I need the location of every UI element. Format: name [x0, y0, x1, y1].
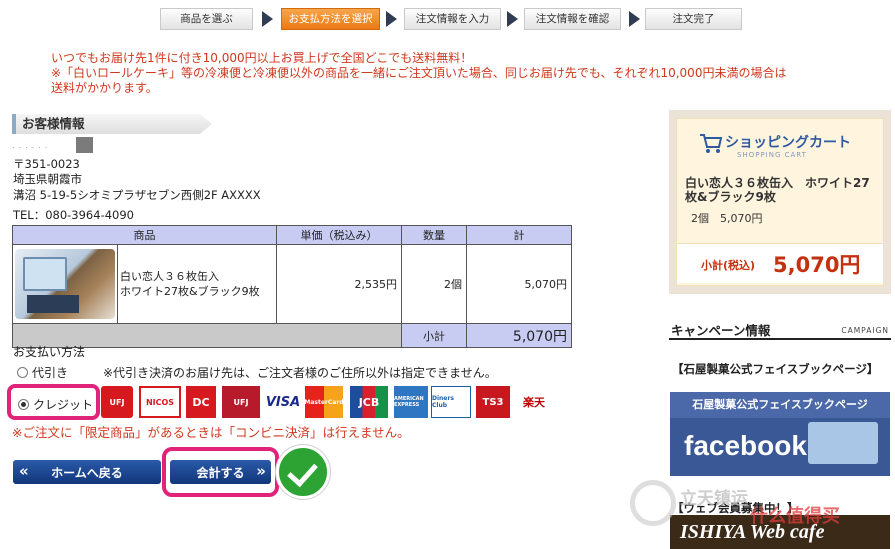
- mastercard-logo: MasterCard: [304, 386, 344, 418]
- address-line-1: 埼玉県朝霞市: [13, 172, 82, 186]
- product-name: 白い恋人３６枚缶入 ホワイト27枚&ブラック9枚: [117, 244, 277, 324]
- step-payment-method: お支払方法を選択: [281, 8, 380, 30]
- shopping-cart-panel: ショッピングカート SHOPPING CART 白い恋人３６枚缶入 ホワイト27…: [669, 110, 891, 294]
- cart-title: ショッピングカート: [725, 135, 851, 151]
- unit-price: 2,535円: [276, 244, 402, 324]
- cart-qty-price: 2個 5,070円: [691, 212, 763, 225]
- checkout-label: 会計する: [196, 465, 245, 480]
- shipping-notice: いつでもお届け先1件に付き10,000円以上お買上げで全国どこでも送料無料！ ※…: [51, 51, 851, 96]
- column-header-qty: 数量: [401, 225, 467, 245]
- cart-subtitle: SHOPPING CART: [737, 151, 807, 159]
- double-chevron-left-icon: «: [19, 462, 29, 480]
- amex-card-logo: AMERICAN EXPRESS: [394, 386, 428, 418]
- order-items-table: 商品 単価（税込み） 数量 計 白い恋人３６枚缶入 ホワイト27枚&ブラック9枚…: [12, 225, 572, 348]
- cart-product-name[interactable]: 白い恋人３６枚缶入 ホワイト27枚&ブラック9枚: [685, 176, 881, 204]
- postal-code: 〒351-0023: [13, 157, 80, 171]
- payment-option-cod[interactable]: 代引き: [17, 364, 68, 381]
- step-select-product: 商品を選ぶ: [160, 8, 253, 30]
- step-arrow-icon: [507, 11, 518, 27]
- visa-card-logo: VISA: [264, 386, 302, 418]
- step-arrow-icon: [262, 11, 273, 27]
- facebook-banner-top: 石屋製菓公式フェイスブックページ: [670, 392, 890, 418]
- campaign-heading: キャンペーン情報 CAMPAIGN: [669, 318, 891, 340]
- step-arrow-icon: [386, 11, 397, 27]
- cod-label: 代引き: [32, 366, 69, 380]
- notice-line-1: いつでもお届け先1件に付き10,000円以上お買上げで全国どこでも送料無料！: [51, 51, 473, 65]
- step-arrow-icon: [629, 11, 640, 27]
- limited-product-warning: ※ご注文に「限定商品」があるときは「コンビニ決済」は行えません。: [12, 425, 410, 440]
- campaign-title-en: CAMPAIGN: [841, 326, 889, 335]
- shopping-cart-icon: [700, 134, 723, 153]
- subtotal-row: 小計 5,070円: [12, 323, 572, 348]
- credit-label: クレジット: [33, 398, 94, 412]
- column-header-total: 計: [466, 225, 572, 245]
- ufj-card-logo: UFJ: [101, 386, 133, 418]
- payment-method-label: お支払い方法: [13, 345, 86, 359]
- cart-total-value: 5,070円: [773, 253, 861, 277]
- column-header-price: 単価（税込み）: [276, 225, 402, 245]
- radio-cod[interactable]: [17, 367, 28, 378]
- nicos-card-logo: NICOS: [139, 386, 181, 418]
- rakuten-card-logo: 楽天: [514, 386, 554, 418]
- table-header-row: 商品 単価（税込み） 数量 計: [12, 225, 572, 245]
- notice-line-2: ※「白いロールケーキ」等の冷凍便と冷凍便以外の商品を一緒にご注文頂いた場合、同じ…: [51, 66, 787, 80]
- address-line-2: 溝沼 5-19-5シオミプラザセブン西側2F AXXXX: [13, 188, 261, 202]
- table-row: 白い恋人３６枚缶入 ホワイト27枚&ブラック9枚 2,535円 2個 5,070…: [12, 244, 572, 324]
- step-order-info: 注文情報を入力: [404, 8, 501, 30]
- ufj-card-logo-2: UFJ: [222, 386, 260, 418]
- product-image: [15, 249, 115, 319]
- customer-info-heading: お客様情報: [12, 114, 212, 134]
- phone-number: TEL：080-3964-4090: [13, 208, 134, 222]
- jcb-card-logo: JCB: [350, 386, 388, 418]
- product-image-cell: [12, 244, 118, 324]
- campaign-title: キャンペーン情報: [671, 323, 771, 338]
- back-to-home-label: ホームへ戻る: [51, 465, 123, 480]
- double-chevron-right-icon: »: [256, 462, 266, 480]
- checkout-button[interactable]: 会計する »: [170, 460, 271, 484]
- subtotal-value: 5,070円: [466, 323, 572, 348]
- facebook-banner-image: [808, 422, 878, 464]
- notice-line-3: 送料がかかります。: [51, 81, 158, 95]
- column-header-product: 商品: [12, 225, 277, 245]
- radio-credit[interactable]: [18, 399, 29, 410]
- facebook-logo: facebook: [684, 430, 807, 461]
- web-member-title: 【ウェブ会員募集中！】: [672, 501, 799, 515]
- ts3-card-logo: TS3: [476, 386, 510, 418]
- facebook-page-title: 【石屋製菓公式フェイスブックページ】: [672, 362, 879, 376]
- back-to-home-button[interactable]: « ホームへ戻る: [13, 460, 161, 484]
- green-check-icon: [276, 445, 330, 499]
- facebook-banner[interactable]: 石屋製菓公式フェイスブックページ facebook: [670, 392, 890, 476]
- cod-note: ※代引き決済のお届け先は、ご注文者様のご住所以外は指定できません。: [103, 366, 497, 380]
- line-total: 5,070円: [466, 244, 572, 324]
- dc-card-logo: DC: [186, 386, 216, 418]
- cart-total-label: 小計(税込): [701, 259, 756, 272]
- step-confirm: 注文情報を確認: [524, 8, 621, 30]
- cart-total-box: 小計(税込) 5,070円: [677, 243, 883, 283]
- subtotal-label: 小計: [401, 323, 467, 348]
- step-complete: 注文完了: [645, 8, 742, 30]
- payment-option-credit[interactable]: クレジット: [18, 396, 93, 413]
- web-cafe-banner[interactable]: ISHIYA Web cafe: [670, 515, 890, 549]
- quantity: 2個: [401, 244, 467, 324]
- cart-inner: ショッピングカート SHOPPING CART 白い恋人３６枚缶入 ホワイト27…: [676, 118, 884, 286]
- diners-card-logo: Diners Club: [431, 386, 471, 418]
